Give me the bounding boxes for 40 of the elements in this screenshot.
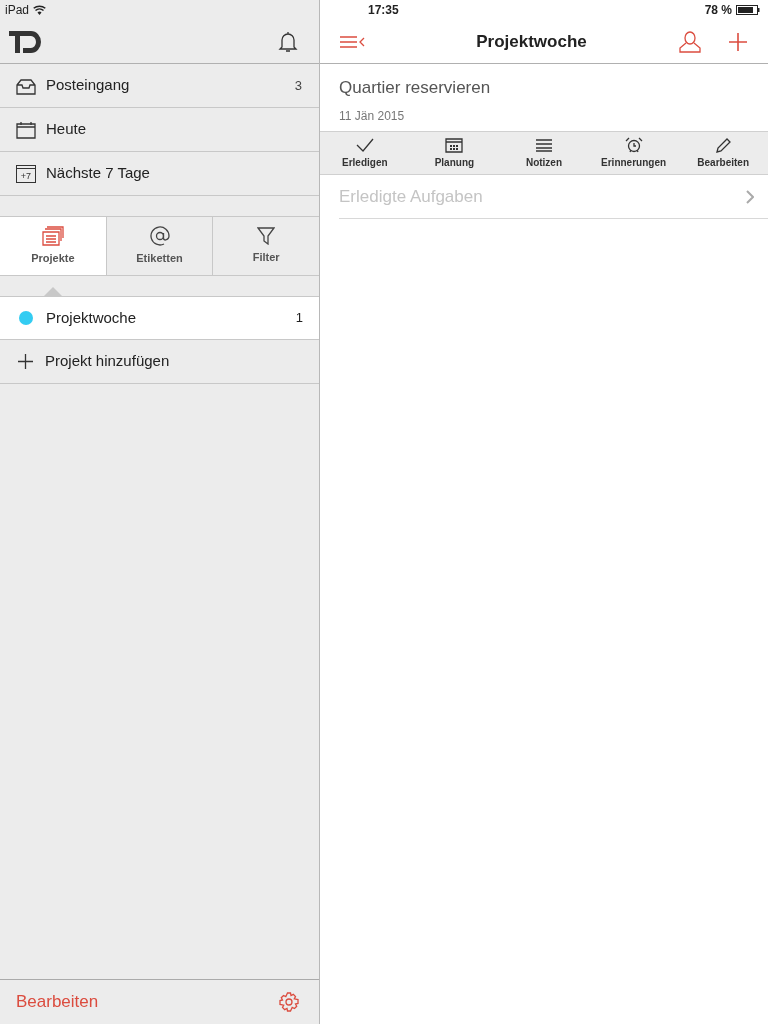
clock-time: 17:35 [368, 2, 399, 19]
wifi-icon [33, 5, 47, 15]
action-button[interactable]: Bearbeiten [678, 132, 768, 174]
battery-icon [736, 5, 760, 15]
logo-icon [9, 30, 42, 53]
battery-percent: 78 % [704, 2, 732, 19]
tab[interactable]: Projekte [0, 217, 106, 275]
at-sign-icon [149, 225, 170, 246]
action-button[interactable]: Erinnerungen [588, 132, 679, 174]
item-count: 3 [294, 76, 302, 95]
device-name: iPad [5, 2, 30, 19]
menu-back-icon[interactable] [340, 35, 366, 48]
action-button[interactable]: Notizen [499, 132, 589, 174]
sidebar-item[interactable]: +7 Nächste 7 Tage [0, 152, 319, 196]
action-button[interactable]: Erledigen [320, 132, 410, 174]
bell-icon[interactable] [278, 30, 298, 53]
item-count: 1 [295, 309, 303, 328]
inbox-tray-icon [16, 76, 36, 95]
plus-icon[interactable] [729, 32, 747, 51]
settings-icon[interactable] [279, 992, 299, 1012]
stacked-cards-icon [41, 225, 64, 246]
sidebar-item[interactable]: Heute [0, 108, 319, 152]
add-project-button[interactable]: Projekt hinzufügen [0, 340, 319, 384]
filter-icon [257, 226, 276, 245]
chevron-right-icon [746, 189, 754, 204]
plus-icon [18, 354, 33, 369]
calendar-plus-icon: +7 [16, 164, 36, 183]
text-lines-icon [534, 136, 554, 153]
alarm-clock-icon [623, 136, 644, 153]
calendar-icon [16, 120, 36, 139]
checkmark-icon [354, 136, 375, 153]
calendar-icon [444, 136, 465, 153]
action-button[interactable]: Planung [409, 132, 500, 174]
task-date: 11 Jän 2015 [339, 107, 406, 125]
task-title: Quartier reservieren [339, 77, 492, 99]
project-item[interactable]: Projektwoche 1 [0, 296, 319, 340]
page-title: Projektwoche [475, 30, 588, 53]
person-icon[interactable] [679, 30, 701, 53]
edit-link[interactable]: Bearbeiten [16, 989, 99, 1015]
sidebar-item[interactable]: Posteingang 3 [0, 64, 319, 108]
